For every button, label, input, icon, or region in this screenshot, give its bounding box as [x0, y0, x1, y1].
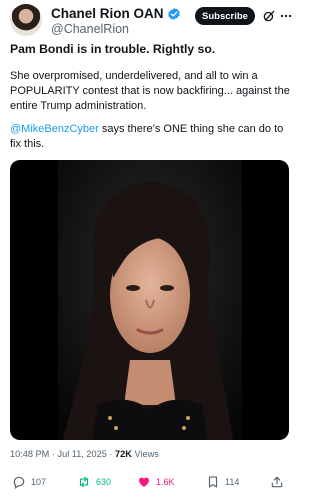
post-header: Chanel Rion OAN @ChanelRion Subscribe: [0, 0, 299, 40]
reply-button[interactable]: 107: [12, 475, 46, 489]
reply-icon: [13, 476, 25, 489]
verified-badge-icon: [167, 7, 180, 20]
like-count: 1.6K: [156, 477, 175, 487]
views-count: 72K: [115, 449, 132, 459]
reply-count: 107: [31, 477, 47, 487]
bookmark-icon: [208, 476, 218, 488]
repost-button[interactable]: 630: [77, 475, 111, 489]
heart-icon: [139, 477, 149, 487]
share-icon: [271, 476, 283, 488]
bookmark-count: 114: [225, 477, 240, 487]
post-paragraph-2: @MikeBenzCyber says there’s ONE thing sh…: [10, 122, 292, 152]
mention-link[interactable]: @MikeBenzCyber: [10, 123, 99, 135]
video-player[interactable]: [10, 160, 289, 440]
action-bar: 107 630 1.6K 114: [0, 475, 299, 497]
post-timestamp[interactable]: 10:48 PM · Jul 11, 2025 ·: [10, 449, 115, 459]
more-icon[interactable]: [279, 9, 293, 23]
repost-count: 630: [96, 477, 112, 487]
video-frame: [58, 160, 242, 440]
post-paragraph-1: She overpromised, underdelivered, and al…: [10, 70, 290, 112]
video-still: [58, 160, 242, 440]
bookmark-button[interactable]: 114: [206, 475, 239, 489]
like-button[interactable]: 1.6K: [137, 475, 175, 489]
post-title: Pam Bondi is in trouble. Rightly so.: [10, 42, 216, 56]
author-name[interactable]: Chanel Rion OAN: [51, 6, 164, 21]
grok-icon[interactable]: [262, 9, 276, 23]
views-label: Views: [131, 449, 159, 459]
author-name-row[interactable]: Chanel Rion OAN: [51, 6, 181, 21]
post-meta: 10:48 PM · Jul 11, 2025 · 72K Views: [10, 449, 159, 459]
subscribe-button[interactable]: Subscribe: [195, 7, 255, 25]
author-handle[interactable]: @ChanelRion: [51, 22, 129, 36]
share-button[interactable]: [270, 475, 289, 489]
avatar[interactable]: [10, 4, 42, 36]
repost-icon: [79, 476, 89, 488]
